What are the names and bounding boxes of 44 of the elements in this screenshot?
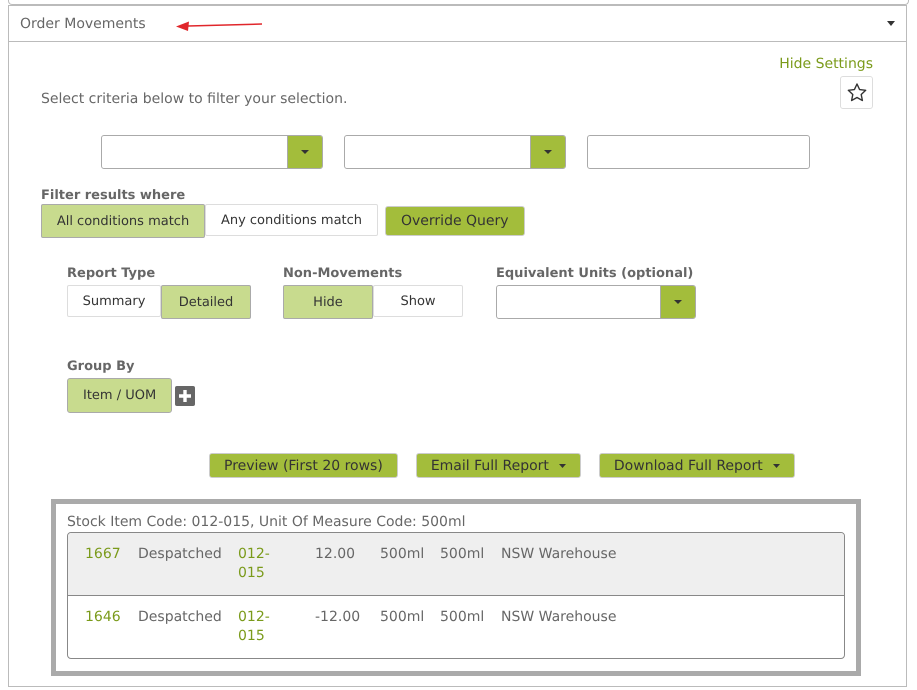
table-cell-text: -12.00 bbox=[315, 608, 362, 627]
table-cell-text: Despatched bbox=[138, 545, 223, 564]
table-cell-text: 12.00 bbox=[315, 545, 356, 564]
dropdown-field[interactable] bbox=[101, 135, 323, 169]
table-cell-text: 500ml bbox=[380, 608, 426, 627]
table-cell-text: 500ml bbox=[440, 608, 486, 627]
report-button[interactable]: Download Full Report bbox=[598, 453, 795, 478]
override-query-button[interactable]: Override Query bbox=[385, 206, 525, 236]
section-label: Report Type bbox=[67, 266, 156, 281]
table-cell-text: 500ml bbox=[440, 545, 486, 564]
non-movements-option[interactable]: Show bbox=[373, 285, 463, 317]
caret-icon bbox=[674, 300, 682, 304]
instruction-text: Select criteria below to filter your selection. bbox=[41, 91, 348, 107]
table-cell-text: NSW Warehouse bbox=[501, 545, 618, 564]
add-icon[interactable] bbox=[175, 386, 196, 406]
match-option[interactable]: All conditions match bbox=[41, 204, 205, 238]
match-option[interactable]: Any conditions match bbox=[205, 204, 378, 236]
report-type-option[interactable]: Summary bbox=[67, 285, 161, 317]
section-label: Filter results where bbox=[41, 188, 186, 203]
panel-title: Order Movements bbox=[20, 16, 146, 32]
non-movements-option[interactable]: Hide bbox=[283, 285, 373, 319]
table-cell-text: 500ml bbox=[380, 545, 426, 564]
report-button[interactable]: Preview (First 20 rows) bbox=[209, 453, 398, 478]
table-cell-text: NSW Warehouse bbox=[501, 608, 618, 627]
dropdown-field[interactable] bbox=[344, 135, 566, 169]
table-row[interactable]: 1646 Despatched 012-015 -12.00 500ml 500ml NSW Warehouse bbox=[68, 595, 844, 658]
section-label: Non-Movements bbox=[283, 266, 404, 281]
table-cell-text: Despatched bbox=[138, 608, 223, 627]
table-link[interactable]: 012-015 bbox=[238, 608, 315, 658]
report-type-option[interactable]: Detailed bbox=[161, 285, 251, 319]
group-by-item[interactable]: Item / UOM bbox=[67, 378, 172, 413]
group-caption: Stock Item Code: 012-015, Unit Of Measure Code: 500ml bbox=[67, 514, 466, 530]
caret-icon bbox=[301, 150, 309, 154]
caret-icon bbox=[544, 150, 552, 154]
star-icon bbox=[846, 83, 866, 102]
text-field[interactable] bbox=[587, 135, 810, 169]
dropdown-field[interactable] bbox=[496, 285, 696, 319]
caret-icon[interactable] bbox=[887, 21, 895, 26]
section-label: Equivalent Units (optional) bbox=[496, 266, 694, 281]
report-button[interactable]: Email Full Report bbox=[416, 453, 581, 478]
table-link[interactable]: 1646 bbox=[85, 608, 138, 658]
section-label: Group By bbox=[67, 359, 136, 374]
hide-settings-link[interactable]: Hide Settings bbox=[779, 56, 873, 72]
favorite-button[interactable] bbox=[840, 76, 873, 109]
